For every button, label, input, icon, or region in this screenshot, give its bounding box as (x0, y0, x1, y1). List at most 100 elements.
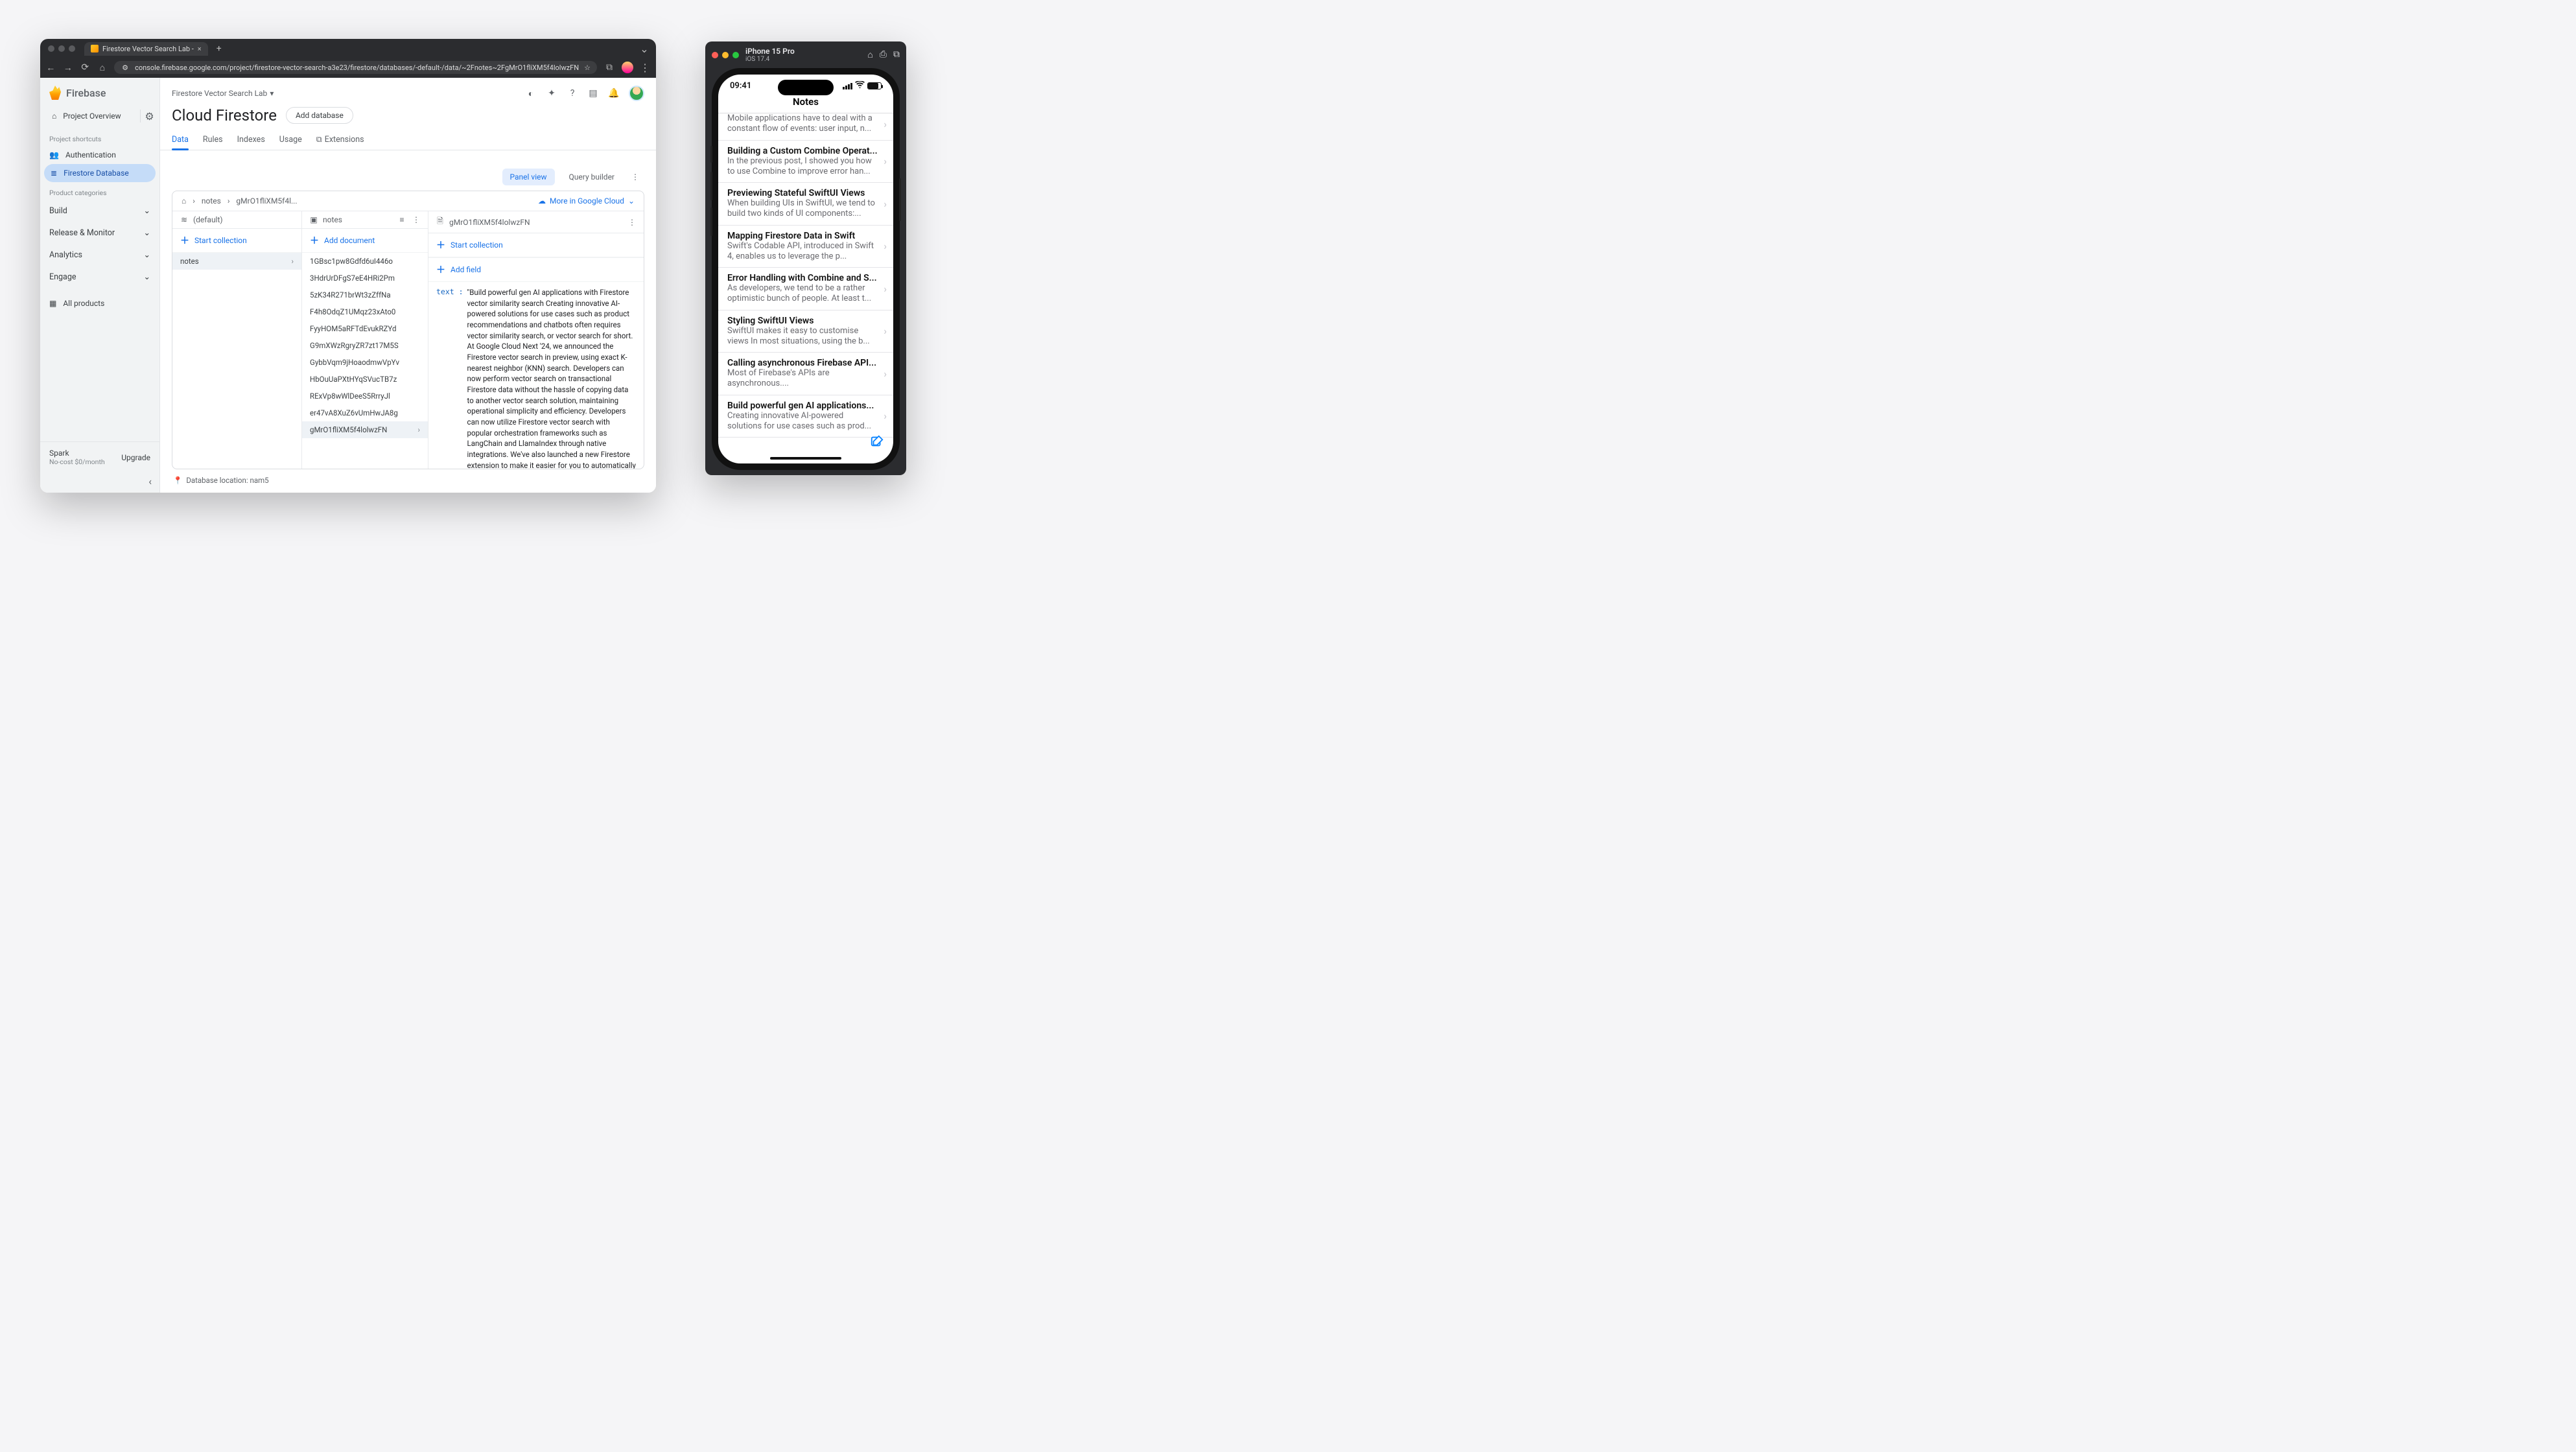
notes-list[interactable]: Mobile applications have to deal with a … (718, 113, 893, 438)
project-overview-link[interactable]: Project Overview (47, 108, 137, 124)
breadcrumb-doc[interactable]: gMrO1fliXM5f4l... (236, 196, 297, 205)
note-cell[interactable]: Mapping Firestore Data in SwiftSwift's C… (718, 226, 893, 268)
breadcrumb-home-icon[interactable] (181, 196, 186, 205)
tab-extensions[interactable]: ⧉Extensions (316, 131, 364, 150)
filter-icon[interactable]: ≡ (397, 215, 407, 224)
theme-icon[interactable]: ◐ (525, 88, 537, 99)
document-item[interactable]: G9mXWzRgryZR7zt17M5S (302, 337, 428, 354)
browser-tab[interactable]: Firestore Vector Search Lab - × (84, 42, 208, 56)
collapse-sidebar-button[interactable] (40, 473, 159, 493)
tab-data[interactable]: Data (172, 131, 189, 150)
home-icon[interactable]: ⌂ (867, 49, 872, 60)
browser-window: Firestore Vector Search Lab - × + ⌄ ← → … (40, 39, 656, 493)
feedback-icon[interactable]: ▤ (587, 88, 599, 99)
notifications-icon[interactable]: 🔔 (608, 88, 620, 99)
project-switcher[interactable]: Firestore Vector Search Lab ▾ (172, 89, 274, 98)
sidebar-group-analytics[interactable]: Analytics⌄ (40, 244, 159, 266)
collection-item[interactable]: notes (172, 253, 301, 270)
breadcrumb-collection[interactable]: notes (202, 196, 221, 205)
home-indicator[interactable] (770, 457, 841, 460)
upgrade-button[interactable]: Upgrade (121, 453, 150, 462)
add-field-button[interactable]: ＋ Add field (428, 257, 644, 282)
new-tab-button[interactable]: + (213, 43, 225, 54)
more-in-cloud-link[interactable]: ☁ More in Google Cloud ⌄ (538, 196, 635, 205)
document-id: 3HdrUrDFgS7eE4HRi2Pm (310, 274, 395, 283)
document-item[interactable]: 5zK34R271brWt3zZffNa (302, 287, 428, 303)
toolbar-menu-icon[interactable]: ⋮ (629, 172, 642, 182)
tab-close-icon[interactable]: × (198, 45, 202, 53)
note-cell[interactable]: Styling SwiftUI ViewsSwiftUI makes it ea… (718, 310, 893, 353)
chevron-down-icon: ⌄ (144, 250, 150, 260)
document-item[interactable]: HbOuUaPXtHYqSVucTB7z (302, 371, 428, 388)
chrome-menu-icon[interactable]: ⋮ (640, 62, 651, 74)
help-icon[interactable]: ? (567, 88, 578, 99)
tab-rules[interactable]: Rules (203, 131, 223, 150)
document-id: RExVp8wWlDeeS5RrryJl (310, 392, 390, 401)
column-menu-icon[interactable]: ⋮ (627, 218, 637, 227)
firebase-logo[interactable]: Firebase (40, 78, 159, 108)
extensions-icon[interactable]: ⧉ (603, 62, 615, 73)
site-settings-icon[interactable]: ⚙ (121, 63, 130, 72)
chevron-right-icon (193, 196, 195, 205)
project-settings-icon[interactable]: ⚙ (140, 110, 153, 123)
profile-avatar-icon[interactable] (622, 62, 633, 73)
note-title: Mapping Firestore Data in Swift (727, 231, 880, 241)
sidebar-group-release[interactable]: Release & Monitor⌄ (40, 222, 159, 244)
screenshot-icon[interactable]: ⎙ (880, 49, 887, 60)
plan-name: Spark (49, 449, 105, 458)
bookmark-icon[interactable]: ☆ (584, 64, 591, 72)
tab-data-label: Data (172, 135, 189, 145)
add-database-button[interactable]: Add database (286, 107, 353, 124)
document-item[interactable]: FyyHOM5aRFTdEvukRZYd (302, 320, 428, 337)
address-bar[interactable]: ⚙ console.firebase.google.com/project/fi… (114, 61, 597, 74)
database-column: ≋ (default) ＋ Start collection notes (172, 211, 302, 469)
forward-button[interactable]: → (63, 62, 74, 73)
note-cell[interactable]: Mobile applications have to deal with a … (718, 113, 893, 141)
sidebar-item-firestore[interactable]: ≣ Firestore Database (44, 164, 156, 182)
panel-view-button[interactable]: Panel view (502, 169, 555, 185)
window-zoom-button[interactable] (732, 52, 739, 58)
tab-indexes[interactable]: Indexes (237, 131, 265, 150)
tab-usage[interactable]: Usage (279, 131, 302, 150)
window-minimize-button[interactable] (58, 45, 65, 52)
start-collection-button[interactable]: ＋ Start collection (172, 229, 301, 253)
sparkle-icon[interactable]: ✦ (546, 88, 557, 99)
home-button[interactable] (97, 62, 108, 73)
chevron-down-icon: ▾ (270, 89, 274, 98)
add-document-button[interactable]: ＋ Add document (302, 229, 428, 253)
reload-button[interactable]: ⟳ (80, 62, 91, 73)
window-close-button[interactable] (48, 45, 54, 52)
note-cell[interactable]: Building a Custom Combine Operat...In th… (718, 141, 893, 183)
window-zoom-button[interactable] (69, 45, 75, 52)
sidebar-all-products[interactable]: ▦ All products (40, 294, 159, 312)
document-id: er47vA8XuZ6vUmHwJA8g (310, 408, 398, 417)
sidebar-plan-footer: Spark No-cost $0/month Upgrade (40, 441, 159, 473)
note-cell[interactable]: Previewing Stateful SwiftUI ViewsWhen bu… (718, 183, 893, 226)
macos-traffic-lights[interactable] (712, 52, 739, 58)
document-item[interactable]: gMrO1fliXM5f4lolwzFN (302, 421, 428, 438)
document-item[interactable]: F4h8OdqZ1UMqz23xAto0 (302, 303, 428, 320)
back-button[interactable]: ← (45, 62, 56, 73)
document-item[interactable]: er47vA8XuZ6vUmHwJA8g (302, 404, 428, 421)
sidebar-group-build[interactable]: Build⌄ (40, 200, 159, 222)
sidebar-group-engage[interactable]: Engage⌄ (40, 266, 159, 288)
compose-button[interactable] (870, 434, 884, 452)
account-avatar[interactable] (629, 86, 644, 101)
external-display-icon[interactable]: ⧉ (893, 49, 900, 60)
document-item[interactable]: GybbVqm9jHoaodmwVpYv (302, 354, 428, 371)
tabs-overflow-button[interactable]: ⌄ (638, 43, 651, 54)
window-close-button[interactable] (712, 52, 718, 58)
note-cell[interactable]: Calling asynchronous Firebase API...Most… (718, 353, 893, 395)
note-cell[interactable]: Error Handling with Combine and S...As d… (718, 268, 893, 310)
document-item[interactable]: 3HdrUrDFgS7eE4HRi2Pm (302, 270, 428, 287)
document-item[interactable]: 1GBsc1pw8Gdfd6uI446o (302, 253, 428, 270)
start-subcollection-button[interactable]: ＋ Start collection (428, 233, 644, 257)
window-minimize-button[interactable] (722, 52, 729, 58)
document-item[interactable]: RExVp8wWlDeeS5RrryJl (302, 388, 428, 404)
note-cell[interactable]: Build powerful gen AI applications...Cre… (718, 395, 893, 438)
field-row[interactable]: text : "Build powerful gen AI applicatio… (436, 285, 636, 469)
sidebar-item-authentication[interactable]: 👥 Authentication (40, 146, 159, 164)
macos-traffic-lights[interactable] (45, 45, 75, 52)
query-builder-button[interactable]: Query builder (561, 169, 622, 185)
column-menu-icon[interactable]: ⋮ (411, 215, 421, 224)
